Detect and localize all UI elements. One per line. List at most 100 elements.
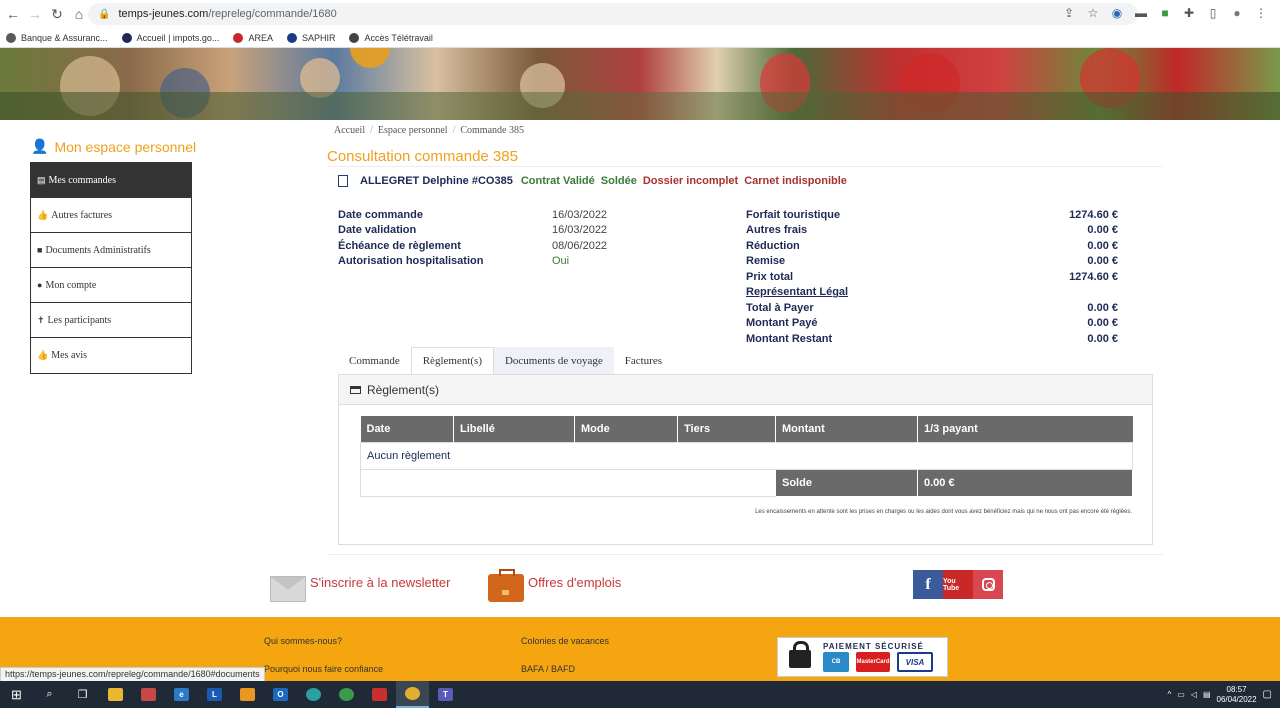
sidebar-item-label: Les participants [47,314,112,326]
balance-label: Solde [775,468,918,497]
app-icon-1[interactable] [132,681,165,708]
profile-icon[interactable]: ● [1228,4,1246,22]
price-value: 0.00 € [1087,239,1118,252]
chrome-icon[interactable] [330,681,363,708]
outlook-icon[interactable]: O [264,681,297,708]
sidebar-item-mon-compte[interactable]: ● Mon compte [31,268,191,303]
reload-icon[interactable]: ↻ [46,3,68,25]
payments-table: Date Libellé Mode Tiers Montant 1/3 paya… [360,416,1133,497]
envelope-icon [270,576,306,602]
app-icon-4[interactable] [363,681,396,708]
internet-explorer-icon[interactable]: e [165,681,198,708]
notification-icon[interactable]: ▢ [1263,689,1272,700]
header-banner-photo [0,48,1280,120]
bookmark-3[interactable]: SAPHIR [286,32,335,43]
sidebar-item-mes-avis[interactable]: 👍 Mes avis [31,338,191,373]
footer-link-colonies[interactable]: Colonies de vacances [521,636,609,646]
home-icon[interactable]: ⌂ [68,3,90,25]
chevron-up-icon[interactable]: ^ [1167,690,1171,699]
teams-icon[interactable]: T [429,681,462,708]
newsletter-link[interactable]: S'inscrire à la newsletter [270,568,450,602]
footer-link-bafa[interactable]: BAFA / BAFD [521,664,575,674]
breadcrumb-espace[interactable]: Espace personnel [378,125,448,136]
jobs-link[interactable]: Offres d'emplois [488,568,621,602]
bookmark-2[interactable]: AREA [233,32,273,43]
column-header: Tiers [677,416,776,442]
legal-representative-link[interactable]: Représentant Légal [746,286,996,298]
price-label: Prix total [746,270,794,283]
sidepanel-icon[interactable]: ▯ [1204,4,1222,22]
language-icon[interactable]: ▤ [1203,690,1211,699]
extension-icon-2[interactable]: ▬ [1132,4,1150,22]
detail-value: Oui [552,255,570,268]
sidebar-title: 👤 Mon espace personnel [31,138,196,155]
price-value: 0.00 € [1087,224,1118,237]
app-icon-2[interactable]: L [198,681,231,708]
clock-date: 06/04/2022 [1216,694,1257,704]
network-icon[interactable]: ▭ [1177,690,1185,699]
bookmark-4[interactable]: Accès Télétravail [349,32,433,43]
forward-icon[interactable]: → [24,3,46,25]
system-tray: ^ ▭ ◁ ▤ 08:57 06/04/2022 ▢ [1167,681,1280,708]
price-label: Réduction [746,239,800,252]
price-label: Autres frais [746,224,808,237]
sidebar-item-documents-administratifs[interactable]: ■ Documents Administratifs [31,233,191,268]
breadcrumb-home[interactable]: Accueil [334,125,365,136]
sidebar-item-label: Mes avis [51,350,88,361]
person-icon: ✝ [37,314,45,325]
price-label: Montant Payé [746,317,818,330]
youtube-icon[interactable]: You Tube [943,570,973,599]
extension-icon-1[interactable]: ◉ [1108,4,1126,22]
order-tabs: Commande Règlement(s) Documents de voyag… [338,347,673,375]
tab-factures[interactable]: Factures [614,347,673,375]
balance-row: Solde 0.00 € [360,468,1133,497]
instagram-icon[interactable] [973,570,1003,599]
edge-icon[interactable] [297,681,330,708]
tab-documents-voyage[interactable]: Documents de voyage [493,347,614,375]
column-header: Mode [574,416,678,442]
price-value: 0.00 € [1087,301,1118,314]
extension-icon-3[interactable]: ■ [1156,4,1174,22]
order-header: ALLEGRET Delphine #CO385 Contrat Validé … [338,175,847,187]
volume-icon[interactable]: ◁ [1191,690,1197,699]
sidebar-item-autres-factures[interactable]: 👍 Autres factures [31,198,191,233]
task-view-icon[interactable]: ❐ [66,681,99,708]
file-explorer-icon[interactable] [99,681,132,708]
page-title: Consultation commande 385 [327,148,518,165]
order-details-right: Forfait touristique 1274.60 € Autres frai… [746,207,1118,347]
address-bar[interactable]: 🔒 temps-jeunes.com/repreleg/commande/168… [88,3,1138,25]
footer-link-trust[interactable]: Pourquoi nous faire confiance [264,664,383,674]
bookmark-0[interactable]: Banque & Assuranc... [6,32,108,43]
tab-reglements[interactable]: Règlement(s) [410,347,494,375]
sidebar-menu: ▤ Mes commandes 👍 Autres factures ■ Documen… [30,162,192,374]
bookmark-1[interactable]: Accueil | impots.go... [121,32,219,43]
menu-icon[interactable]: ⋮ [1252,4,1270,22]
windows-start-icon[interactable]: ⊞ [0,681,33,708]
puzzle-icon[interactable]: ✚ [1180,4,1198,22]
share-icon[interactable]: ⇪ [1060,4,1078,22]
facebook-icon[interactable]: f [913,570,943,599]
thumbs-up-icon: 👍 [37,209,49,220]
sidebar-item-les-participants[interactable]: ✝ Les participants [31,303,191,338]
sidebar-title-text: Mon espace personnel [54,138,197,155]
app-icon-3[interactable] [231,681,264,708]
price-label: Forfait touristique [746,208,841,221]
tab-commande[interactable]: Commande [338,347,411,375]
chrome-active-icon[interactable] [396,681,429,708]
status-badge-carnet: Carnet indisponible [744,175,847,187]
sidebar-item-mes-commandes[interactable]: ▤ Mes commandes [31,163,191,198]
list-icon: ▤ [37,174,46,185]
price-value: 0.00 € [1087,332,1118,345]
status-badge-contrat: Contrat Validé [520,175,595,187]
footer-link-about[interactable]: Qui sommes-nous? [264,636,342,646]
detail-value: 16/03/2022 [552,224,608,237]
secure-title: PAIEMENT SÉCURISÉ [823,642,924,651]
column-header: 1/3 payant [917,416,1133,442]
sidebar-item-label: Documents Administratifs [45,244,151,256]
search-icon[interactable]: ⌕ [33,681,66,708]
star-icon[interactable]: ☆ [1084,4,1102,22]
padlock-icon [789,641,811,668]
folder-icon: ■ [37,245,43,255]
clock[interactable]: 08:57 06/04/2022 [1217,685,1257,705]
back-icon[interactable]: ← [2,3,24,25]
